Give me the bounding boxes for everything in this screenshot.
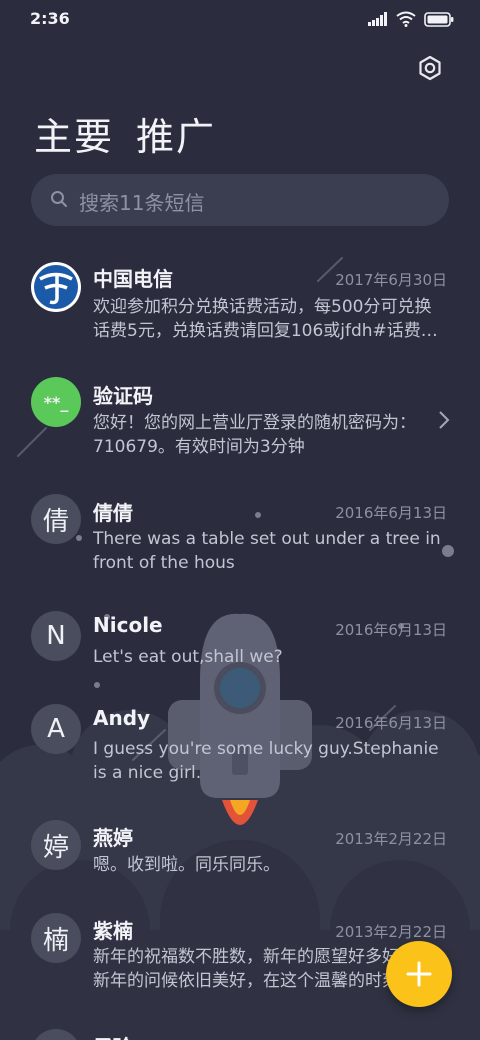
status-bar: 2:36 [0, 0, 480, 40]
tab-promotions[interactable]: 推广 [136, 106, 216, 161]
conversation-item[interactable]: 子玲 [0, 1021, 480, 1040]
message-date: 2013年2月22日 [335, 830, 447, 848]
signal-icon [368, 12, 387, 26]
contact-name: Andy [93, 706, 151, 730]
verification-code-avatar: **_ [31, 377, 81, 427]
status-icons [368, 11, 454, 27]
message-preview: I guess you're some lucky guy.Stephanie … [93, 739, 439, 783]
settings-gear-icon[interactable] [416, 54, 444, 82]
message-date: 2016年6月13日 [335, 714, 447, 732]
tab-primary[interactable]: 主要 [34, 106, 114, 161]
contact-name: Nicole [93, 613, 163, 637]
battery-icon [424, 11, 454, 27]
wifi-icon [396, 11, 416, 27]
conversation-item[interactable]: 倩 倩倩 2016年6月13日 There was a table set ou… [0, 486, 480, 596]
contact-name: 倩倩 [93, 501, 133, 525]
contact-avatar: 楠 [31, 913, 81, 963]
message-date: 2016年6月13日 [335, 504, 447, 522]
contact-avatar [31, 1029, 81, 1040]
contact-avatar: 婷 [31, 820, 81, 870]
contact-name: 紫楠 [93, 919, 133, 943]
message-date: 2016年6月13日 [335, 621, 447, 639]
message-preview: Let's eat out,shall we? [93, 647, 283, 667]
message-preview: 欢迎参加积分兑换话费活动，每500分可兑换话费5元，兑换话费请回复106或jfd… [93, 297, 438, 341]
search-bar[interactable]: 搜索11条短信 [31, 174, 449, 226]
contact-name: 中国电信 [93, 267, 173, 291]
search-icon [51, 191, 67, 207]
new-message-button[interactable] [386, 941, 452, 1007]
status-time: 2:36 [30, 9, 70, 28]
category-tabs: 主要 推广 [34, 106, 216, 161]
message-date: 2013年2月22日 [335, 923, 447, 941]
conversation-item[interactable]: A Andy 2016年6月13日 I guess you're some lu… [0, 696, 480, 806]
contact-avatar: N [31, 611, 81, 661]
contact-name: 子玲 [93, 1031, 133, 1040]
contact-name: 验证码 [93, 384, 153, 408]
conversation-item[interactable]: **_ 验证码 您好！您的网上营业厅登录的随机密码为：710679。有效时间为3… [0, 370, 480, 480]
search-placeholder: 搜索11条短信 [79, 191, 205, 215]
message-preview: 嗯。收到啦。同乐同乐。 [93, 855, 280, 875]
message-preview: 您好！您的网上营业厅登录的随机密码为：710679。有效时间为3分钟 [93, 413, 416, 457]
china-telecom-logo-icon [31, 262, 81, 312]
contact-name: 燕婷 [93, 826, 133, 850]
conversation-item[interactable]: 中国电信 2017年6月30日 欢迎参加积分兑换话费活动，每500分可兑换话费5… [0, 254, 480, 364]
message-date: 2017年6月30日 [335, 271, 447, 289]
chevron-right-icon[interactable] [438, 410, 450, 430]
contact-avatar: A [31, 704, 81, 754]
plus-icon [406, 961, 432, 987]
contact-avatar: 倩 [31, 494, 81, 544]
message-preview: There was a table set out under a tree i… [93, 529, 441, 573]
